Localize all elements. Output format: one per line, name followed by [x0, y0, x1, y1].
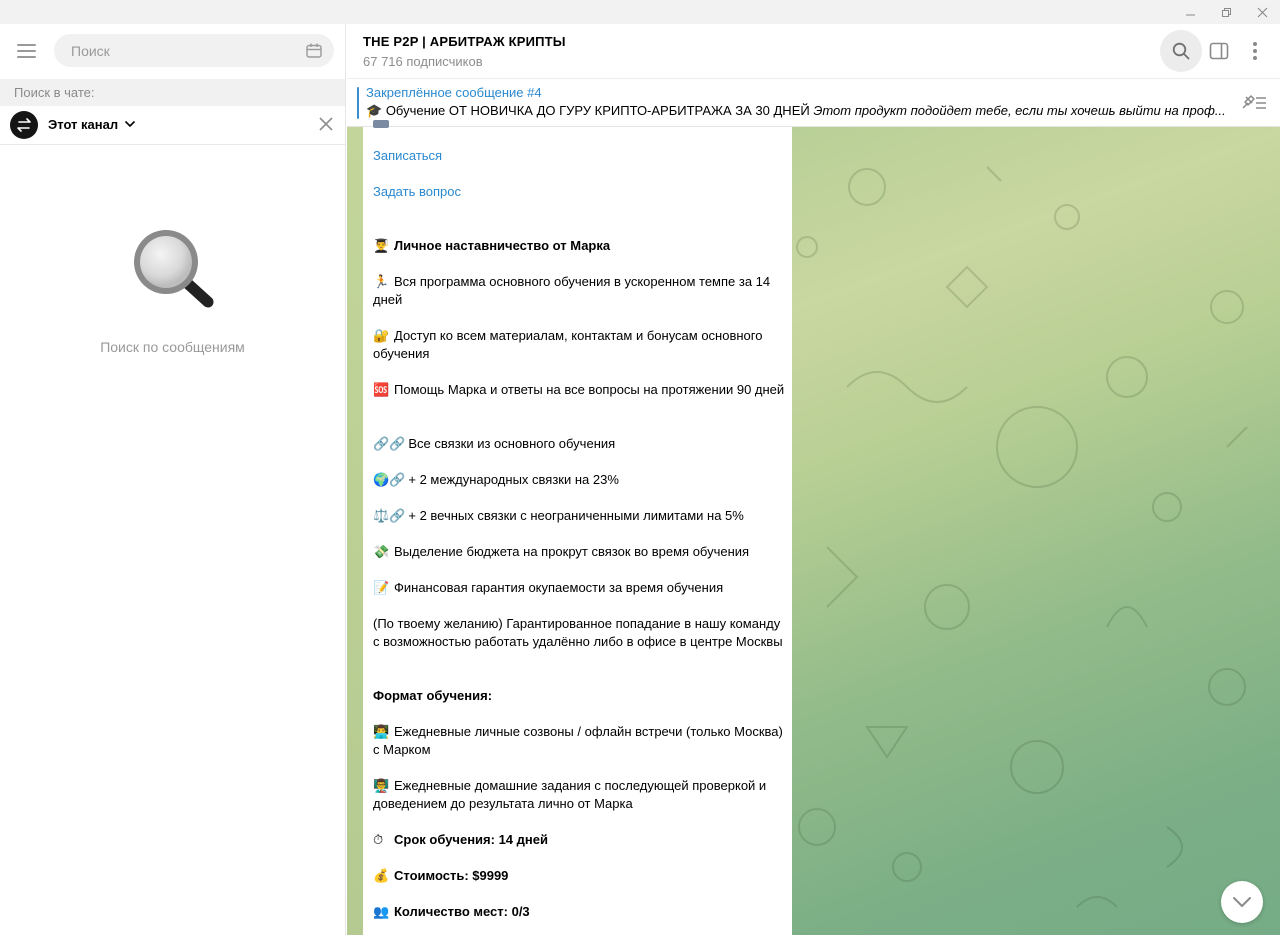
empty-search-text: Поиск по сообщениям — [100, 339, 245, 355]
message-side-accent — [347, 127, 363, 935]
search-in-chat-label: Поиск в чате: — [0, 79, 345, 106]
pin-list-icon[interactable] — [1240, 93, 1268, 111]
student-emoji: 👨‍🎓 — [373, 238, 390, 253]
restore-icon — [1221, 7, 1231, 17]
more-vertical-icon[interactable] — [1247, 40, 1263, 62]
minimize-button[interactable] — [1173, 0, 1207, 24]
list-item: 👨‍🏫 Ежедневные домашние задания с последу… — [373, 778, 767, 811]
close-icon[interactable] — [319, 117, 333, 131]
scope-dropdown-label[interactable]: Этот канал — [48, 117, 118, 132]
left-panel: Поиск в чате: Этот канал Поиск по сообще… — [0, 24, 346, 935]
pinned-indicator — [357, 87, 359, 119]
channel-avatar — [10, 111, 38, 139]
list-item: 🔐 Доступ ко всем материалам, контактам и … — [373, 328, 763, 361]
search-box — [54, 34, 334, 67]
arrows-logo-icon — [17, 118, 31, 132]
restore-button[interactable] — [1209, 0, 1243, 24]
search-input[interactable] — [54, 34, 294, 67]
signup-link[interactable]: Записаться — [373, 147, 785, 165]
mentorship-heading: 👨‍🎓 Личное наставничество от Марка — [373, 238, 611, 253]
format-heading: Формат обучения: — [373, 688, 493, 703]
window-titlebar — [0, 0, 1280, 24]
minimize-icon — [1185, 14, 1195, 15]
subscriber-count: 67 716 подписчиков — [363, 54, 483, 69]
close-window-button[interactable] — [1245, 0, 1279, 24]
close-icon — [1257, 7, 1267, 17]
sidebar-toggle-icon[interactable] — [1209, 41, 1229, 61]
duration-line: ⏱ Срок обучения: 14 дней — [373, 832, 548, 847]
menu-icon[interactable] — [17, 44, 37, 58]
list-item: 💸 Выделение бюджета на прокрут связок во … — [373, 544, 750, 559]
search-scope-row[interactable]: Этот канал — [0, 106, 345, 145]
list-item: 🏃 Вся программа основного обучения в уско… — [373, 274, 771, 307]
list-item: ⚖️🔗 + 2 вечных связки с неограниченными л… — [373, 508, 744, 523]
chevron-down-icon — [1233, 897, 1251, 907]
cut-emoji-row — [373, 115, 785, 129]
team-paragraph: (По твоему желанию) Гарантированное попа… — [373, 616, 783, 649]
chevron-down-icon[interactable] — [124, 119, 136, 129]
magnifier-icon — [134, 230, 214, 308]
scroll-down-button[interactable] — [1221, 881, 1263, 923]
pinned-title: Закреплённое сообщение #4 — [366, 85, 542, 100]
channel-title[interactable]: THE P2P | АРБИТРАЖ КРИПТЫ — [363, 34, 566, 49]
search-button[interactable] — [1160, 30, 1202, 72]
list-item: 🆘 Помощь Марка и ответы на все вопросы на… — [373, 382, 785, 397]
chat-header[interactable]: THE P2P | АРБИТРАЖ КРИПТЫ 67 716 подписч… — [347, 24, 1280, 79]
list-item: 👨‍💻 Ежедневные личные созвоны / офлайн вс… — [373, 724, 783, 757]
price-line: 💰 Стоимость: $9999 — [373, 868, 509, 883]
calendar-icon[interactable] — [306, 43, 322, 58]
seats-line: 👥 Количество мест: 0/3 — [373, 904, 530, 919]
list-item: 🌍🔗 + 2 международных связки на 23% — [373, 472, 619, 487]
list-item: 📝 Финансовая гарантия окупаемости за врем… — [373, 580, 724, 595]
list-item: 🔗🔗 Все связки из основного обучения — [373, 436, 616, 451]
message-bubble: Записаться Задать вопрос 👨‍🎓 Личное наста… — [363, 120, 792, 935]
search-icon — [1172, 42, 1190, 60]
ask-question-link[interactable]: Задать вопрос — [373, 183, 785, 201]
pinned-italic-text: Этот продукт подойдет тебе, если ты хоче… — [813, 103, 1226, 118]
